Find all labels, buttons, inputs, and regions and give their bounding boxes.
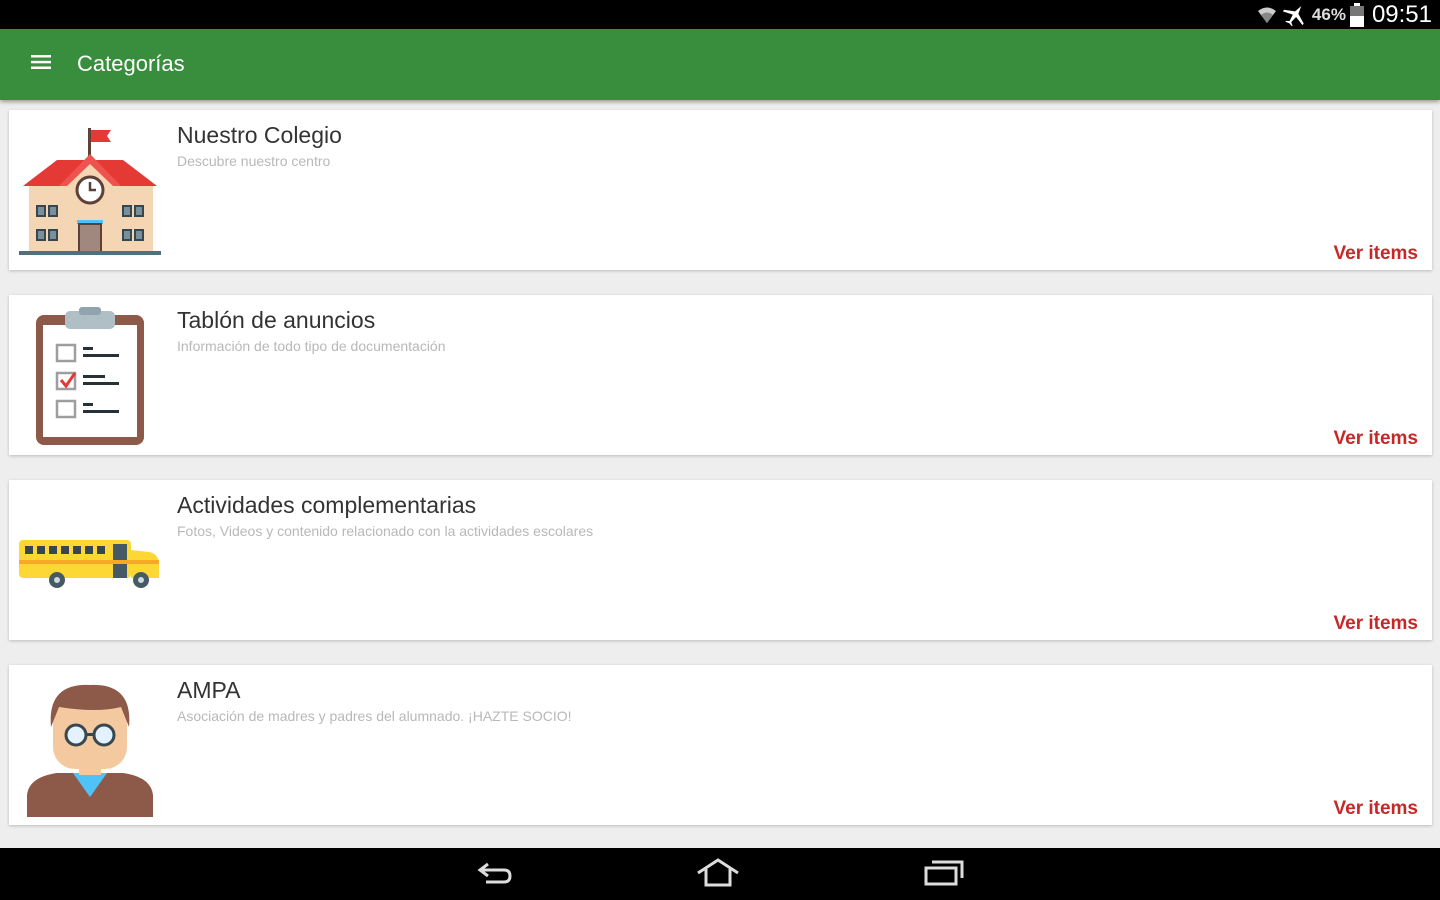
wifi-icon xyxy=(1256,4,1278,26)
card-subtitle: Asociación de madres y padres del alumna… xyxy=(177,708,572,724)
ver-items-button[interactable]: Ver items xyxy=(1334,798,1419,820)
status-time: 09:51 xyxy=(1371,0,1432,28)
ver-items-button[interactable]: Ver items xyxy=(1334,613,1419,635)
page-title: Categorías xyxy=(77,51,185,76)
navigation-bar xyxy=(0,848,1440,900)
battery-percent: 46% xyxy=(1311,4,1346,24)
app-bar: Categorías xyxy=(0,29,1440,100)
category-card-nuestro-colegio[interactable]: Nuestro Colegio Descubre nuestro centro … xyxy=(9,110,1432,270)
school-bus-icon xyxy=(15,492,165,632)
recent-apps-button[interactable] xyxy=(914,856,974,894)
ver-items-button[interactable]: Ver items xyxy=(1334,428,1419,450)
category-list: Nuestro Colegio Descubre nuestro centro … xyxy=(9,110,1432,850)
card-subtitle: Descubre nuestro centro xyxy=(177,153,331,169)
school-building-icon xyxy=(15,122,165,262)
hamburger-menu-icon xyxy=(31,54,51,75)
card-subtitle: Información de todo tipo de documentació… xyxy=(177,338,446,354)
card-title: Actividades complementarias xyxy=(177,492,477,518)
home-button[interactable] xyxy=(688,856,748,894)
battery-icon xyxy=(1349,2,1364,27)
ver-items-button[interactable]: Ver items xyxy=(1334,243,1419,265)
status-bar: 46% 09:51 xyxy=(0,0,1440,29)
card-subtitle: Fotos, Videos y contenido relacionado co… xyxy=(177,523,594,539)
menu-button[interactable] xyxy=(22,45,60,83)
home-icon xyxy=(694,857,742,894)
person-avatar-icon xyxy=(15,677,165,817)
clipboard-checklist-icon xyxy=(15,307,165,447)
category-card-tablon-de-anuncios[interactable]: Tablón de anuncios Información de todo t… xyxy=(9,295,1432,455)
recent-apps-icon xyxy=(922,858,966,893)
card-title: Tablón de anuncios xyxy=(177,307,376,333)
back-icon xyxy=(474,858,514,893)
card-title: Nuestro Colegio xyxy=(177,122,342,148)
category-card-actividades-complementarias[interactable]: Actividades complementarias Fotos, Video… xyxy=(9,480,1432,640)
back-button[interactable] xyxy=(464,856,524,894)
card-title: AMPA xyxy=(177,677,241,703)
category-card-ampa[interactable]: AMPA Asociación de madres y padres del a… xyxy=(9,665,1432,825)
airplane-mode-icon xyxy=(1282,3,1308,27)
status-icons: 46% 09:51 xyxy=(1256,0,1432,29)
